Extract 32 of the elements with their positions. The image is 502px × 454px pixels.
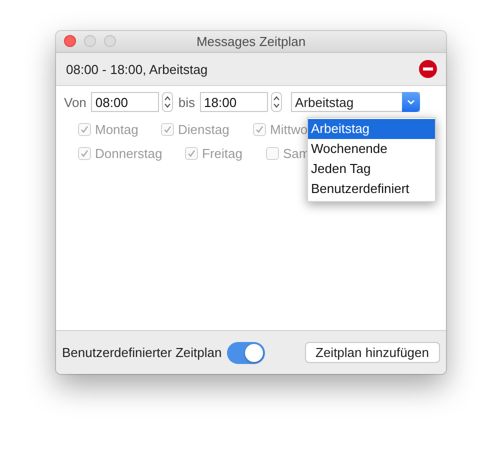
stepper-control[interactable]: [162, 92, 174, 112]
window-title: Messages Zeitplan: [196, 34, 306, 49]
toggle-label: Benutzerdefinierter Zeitplan: [62, 345, 222, 360]
time-field[interactable]: 08:00: [91, 92, 160, 112]
time-field[interactable]: 18:00: [200, 92, 268, 112]
menu-item[interactable]: Jeden Tag: [308, 159, 435, 179]
checkbox-label: Dienstag: [178, 122, 230, 137]
checkbox-label: Mittwo: [270, 122, 308, 137]
menu-item[interactable]: Wochenende: [308, 139, 435, 159]
minimize-button[interactable]: [84, 35, 96, 47]
checkbox-label: Freitag: [202, 146, 242, 161]
checkmark-icon: [163, 125, 172, 134]
stepper-control[interactable]: [271, 92, 282, 112]
from-label: Von: [64, 94, 86, 110]
zoom-button[interactable]: [104, 35, 116, 47]
checkmark-icon: [80, 125, 89, 134]
add-schedule-button[interactable]: Zeitplan hinzufügen: [304, 342, 440, 363]
chevron-down-icon: [407, 99, 416, 105]
close-button[interactable]: [64, 35, 76, 47]
remove-icon[interactable]: [419, 60, 437, 78]
checkbox-label: Donnerstag: [95, 146, 162, 161]
checkmark-icon: [80, 149, 89, 158]
menu-item[interactable]: Arbeitstag: [308, 119, 435, 139]
preset-popup[interactable]: Arbeitstag: [291, 92, 420, 112]
schedule-header[interactable]: 08:00 - 18:00, Arbeitstag: [56, 53, 446, 86]
checkmark-icon: [187, 149, 196, 158]
menu-item[interactable]: Benutzerdefiniert: [308, 179, 435, 199]
schedule-label: 08:00 - 18:00, Arbeitstag: [66, 62, 208, 76]
toggle-switch[interactable]: [226, 342, 265, 364]
checkmark-icon: [255, 125, 264, 134]
checkbox-label: Montag: [95, 122, 138, 137]
to-label: bis: [178, 94, 196, 110]
